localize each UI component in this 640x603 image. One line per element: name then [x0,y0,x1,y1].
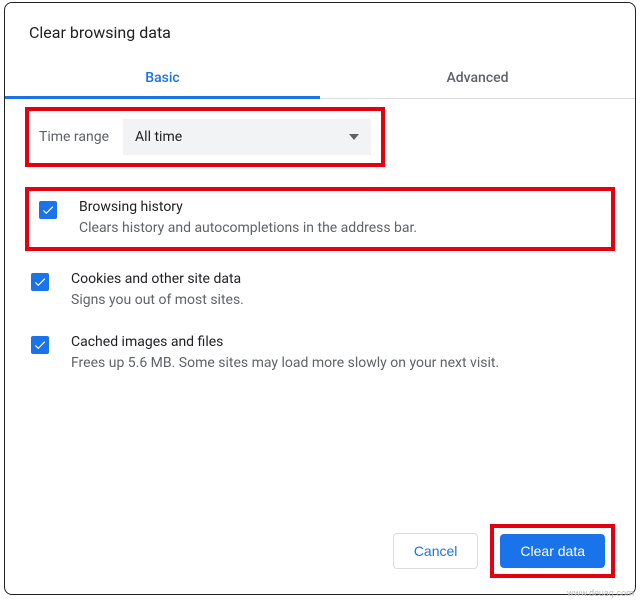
time-range-label: Time range [39,129,109,145]
checkmark-icon [41,203,55,217]
chevron-down-icon [349,134,359,140]
highlight-browsing-history: Browsing history Clears history and auto… [25,187,615,251]
dialog-footer: Cancel Clear data [5,510,635,594]
highlight-clear-data: Clear data [490,524,615,578]
checkbox-cached[interactable] [31,336,49,354]
checkmark-icon [33,275,47,289]
time-range-value: All time [135,129,182,145]
highlight-time-range: Time range All time [25,107,385,167]
option-title: Cookies and other site data [71,271,244,287]
watermark: www.deuaq.com [567,589,634,599]
option-title: Browsing history [79,199,417,215]
option-desc: Signs you out of most sites. [71,291,244,311]
checkbox-browsing-history[interactable] [39,201,57,219]
dialog-content: Time range All time Browsing history Cle… [5,99,635,510]
checkbox-cookies[interactable] [31,273,49,291]
tab-advanced[interactable]: Advanced [320,56,635,98]
option-title: Cached images and files [71,334,499,350]
clear-browsing-data-dialog: Clear browsing data Basic Advanced Time … [4,2,636,595]
checkmark-icon [33,338,47,352]
tabs: Basic Advanced [5,56,635,99]
time-range-select[interactable]: All time [123,119,371,155]
option-desc: Clears history and autocompletions in th… [79,219,417,239]
clear-data-button[interactable]: Clear data [500,534,605,568]
tab-basic[interactable]: Basic [5,56,320,98]
option-desc: Frees up 5.6 MB. Some sites may load mor… [71,354,499,374]
cancel-button[interactable]: Cancel [393,533,479,569]
dialog-title: Clear browsing data [5,3,635,56]
